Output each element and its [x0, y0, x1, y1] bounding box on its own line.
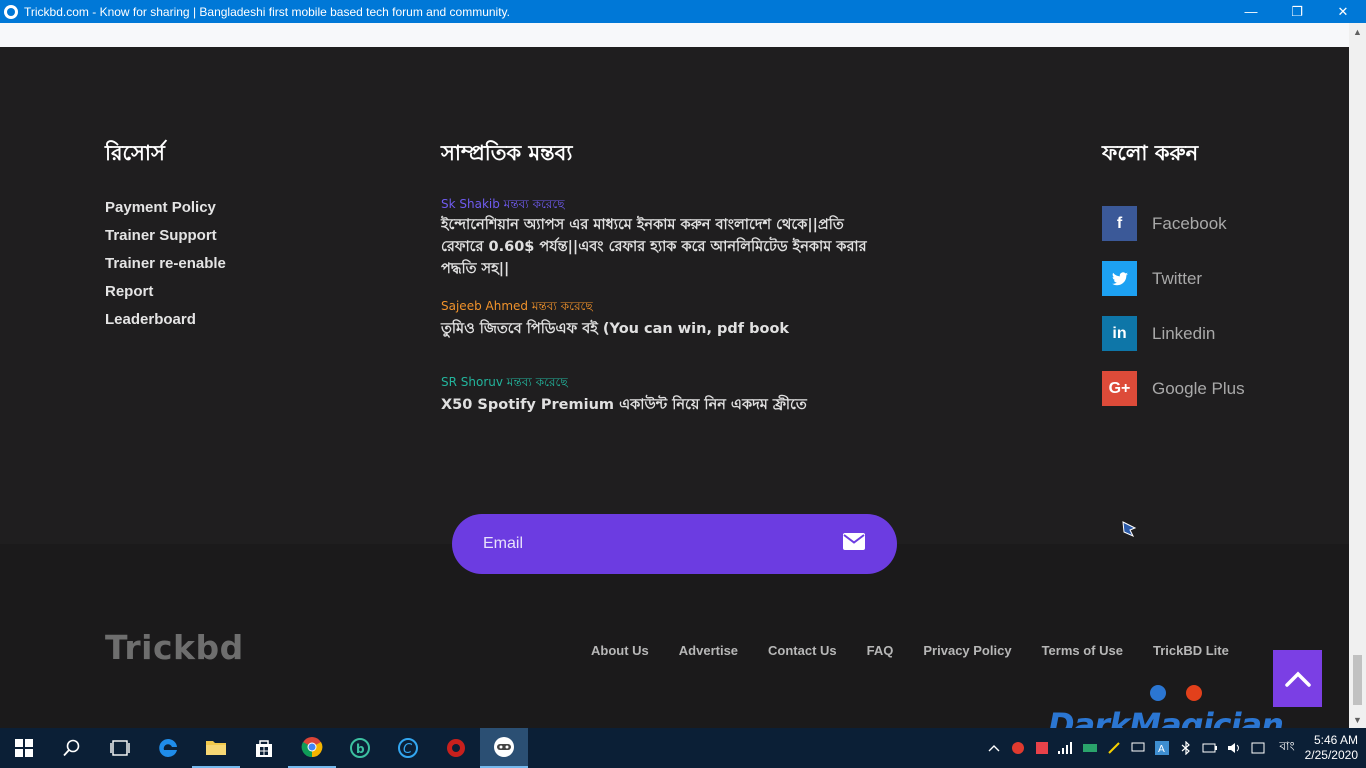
- social-link-google-plus[interactable]: G+ Google Plus: [1102, 361, 1245, 416]
- notification-icon[interactable]: [1246, 728, 1270, 768]
- footer-link-faq[interactable]: FAQ: [867, 643, 894, 658]
- shield-app-icon[interactable]: [432, 728, 480, 768]
- social-label[interactable]: Google Plus: [1152, 379, 1245, 399]
- bluetooth-icon[interactable]: [1174, 728, 1198, 768]
- resources-list: Payment Policy Trainer Support Trainer r…: [105, 198, 226, 338]
- app-icon: [4, 4, 18, 19]
- facebook-icon[interactable]: f: [1102, 206, 1137, 241]
- svg-text:A: A: [1158, 744, 1165, 755]
- recent-comments-list: Sk Shakib মন্তব্য করেছে ইন্দোনেশিয়ান অ্…: [441, 196, 881, 416]
- comment-item: SR Shoruv মন্তব্য করেছে X50 Spotify Prem…: [441, 374, 881, 416]
- file-explorer-icon[interactable]: [192, 728, 240, 768]
- window-title: Trickbd.com - Know for sharing | Banglad…: [24, 4, 510, 19]
- scroll-up-icon[interactable]: ▲: [1349, 23, 1366, 40]
- follow-heading: ফলো করুন: [1102, 141, 1199, 165]
- footer-link-advertise[interactable]: Advertise: [679, 643, 738, 658]
- google-plus-icon[interactable]: G+: [1102, 371, 1137, 406]
- footer-link-about[interactable]: About Us: [591, 643, 649, 658]
- comment-item: Sk Shakib মন্তব্য করেছে ইন্দোনেশিয়ান অ্…: [441, 196, 881, 298]
- svg-text:b: b: [356, 742, 365, 756]
- envelope-icon[interactable]: [843, 533, 865, 555]
- social-label[interactable]: Facebook: [1152, 214, 1227, 234]
- taskbar-clock[interactable]: 5:46 AM 2/25/2020: [1304, 733, 1366, 763]
- input-language[interactable]: বাং: [1270, 738, 1304, 758]
- display-icon[interactable]: [1126, 728, 1150, 768]
- footer-link-lite[interactable]: TrickBD Lite: [1153, 643, 1229, 658]
- resources-heading: রিসোর্স: [105, 141, 165, 165]
- twitter-icon[interactable]: [1102, 261, 1137, 296]
- app-c-icon[interactable]: C: [384, 728, 432, 768]
- social-label[interactable]: Twitter: [1152, 269, 1202, 289]
- scroll-down-icon[interactable]: ▼: [1349, 711, 1366, 728]
- window-titlebar: Trickbd.com - Know for sharing | Banglad…: [0, 0, 1366, 23]
- tray-app-icon[interactable]: [1030, 728, 1054, 768]
- linkedin-icon[interactable]: in: [1102, 316, 1137, 351]
- comment-author[interactable]: Sajeeb Ahmed মন্তব্য করেছে: [441, 298, 881, 316]
- page-scrollbar[interactable]: ▲ ▼: [1349, 23, 1366, 728]
- chevron-up-icon[interactable]: [982, 728, 1006, 768]
- chrome-icon[interactable]: [288, 728, 336, 768]
- newsletter-form: [452, 514, 897, 574]
- social-links: f Facebook Twitter in Linkedin G+ Google…: [1102, 196, 1245, 416]
- keyboard-a-icon[interactable]: A: [1150, 728, 1174, 768]
- system-tray: A বাং 5:46 AM 2/25/2020: [982, 728, 1366, 768]
- comment-post-link[interactable]: X50 Spotify Premium একাউন্ট নিয়ে নিন এক…: [441, 392, 881, 416]
- edge-icon[interactable]: [144, 728, 192, 768]
- social-link-facebook[interactable]: f Facebook: [1102, 196, 1245, 251]
- recent-comments-heading: সাম্প্রতিক মন্তব্য: [441, 141, 573, 165]
- page-top-strip: [0, 23, 1349, 47]
- resource-link[interactable]: Payment Policy: [105, 198, 226, 226]
- comment-author[interactable]: SR Shoruv মন্তব্য করেছে: [441, 374, 881, 392]
- email-input[interactable]: [483, 535, 783, 553]
- resource-link[interactable]: Leaderboard: [105, 310, 226, 338]
- scrollbar-thumb[interactable]: [1353, 655, 1362, 705]
- search-icon[interactable]: [48, 728, 96, 768]
- task-view-icon[interactable]: [96, 728, 144, 768]
- svg-text:C: C: [403, 742, 413, 757]
- clock-date: 2/25/2020: [1304, 748, 1358, 762]
- footer-link-terms[interactable]: Terms of Use: [1042, 643, 1123, 658]
- resource-link[interactable]: Trainer re-enable: [105, 254, 226, 282]
- restore-button[interactable]: ❐: [1274, 0, 1320, 23]
- social-link-linkedin[interactable]: in Linkedin: [1102, 306, 1245, 361]
- resource-link[interactable]: Report: [105, 282, 226, 310]
- mouse-cursor-icon: [1121, 520, 1137, 543]
- footer-link-contact[interactable]: Contact Us: [768, 643, 837, 658]
- store-icon[interactable]: [240, 728, 288, 768]
- battery-icon[interactable]: [1198, 728, 1222, 768]
- signal-icon[interactable]: [1054, 728, 1078, 768]
- trickbd-browser-icon[interactable]: [480, 728, 528, 768]
- resource-link[interactable]: Trainer Support: [105, 226, 226, 254]
- footer-nav: About Us Advertise Contact Us FAQ Privac…: [591, 643, 1259, 658]
- network-app-icon[interactable]: [1078, 728, 1102, 768]
- comment-post-link[interactable]: ইন্দোনেশিয়ান অ্যাপস এর মাধ্যমে ইনকাম কর…: [441, 214, 881, 298]
- comment-item: Sajeeb Ahmed মন্তব্য করেছে তুমিও জিতবে প…: [441, 298, 881, 374]
- antivirus-icon[interactable]: [1006, 728, 1030, 768]
- app-b-icon[interactable]: b: [336, 728, 384, 768]
- social-label[interactable]: Linkedin: [1152, 324, 1215, 344]
- windows-taskbar: b C A বাং 5:46 AM 2/25/2020: [0, 728, 1366, 768]
- windows-start-icon[interactable]: [0, 728, 48, 768]
- comment-author[interactable]: Sk Shakib মন্তব্য করেছে: [441, 196, 881, 214]
- footer-logo[interactable]: Trickbd: [105, 628, 244, 667]
- social-link-twitter[interactable]: Twitter: [1102, 251, 1245, 306]
- pen-icon[interactable]: [1102, 728, 1126, 768]
- clock-time: 5:46 AM: [1313, 733, 1358, 747]
- footer-link-privacy[interactable]: Privacy Policy: [923, 643, 1011, 658]
- minimize-button[interactable]: —: [1228, 0, 1274, 23]
- comment-post-link[interactable]: তুমিও জিতবে পিডিএফ বই (You can win, pdf …: [441, 316, 881, 374]
- volume-icon[interactable]: [1222, 728, 1246, 768]
- close-button[interactable]: ✕: [1320, 0, 1366, 23]
